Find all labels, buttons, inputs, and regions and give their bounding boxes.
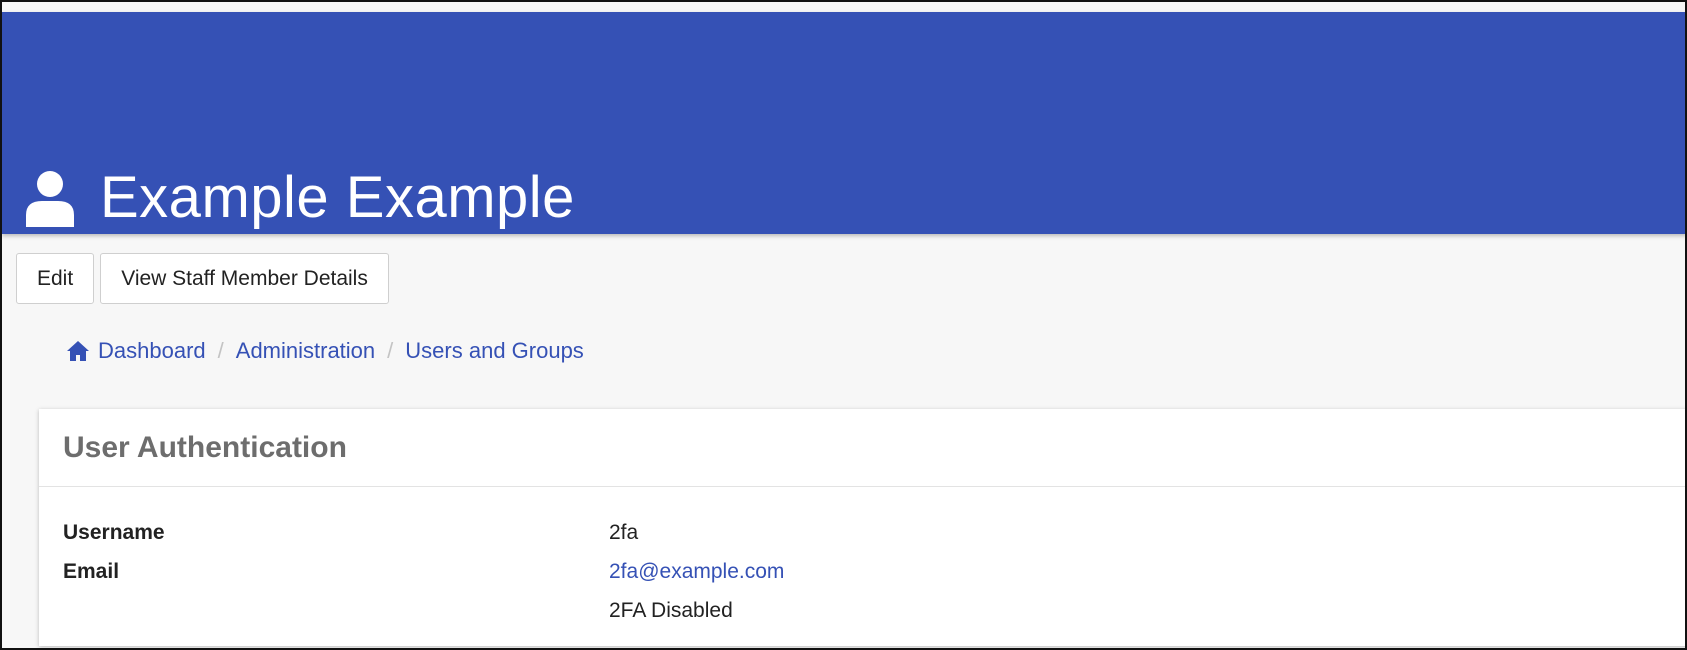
breadcrumb-item-users-and-groups[interactable]: Users and Groups <box>405 338 584 364</box>
page-header: Example Example <box>2 12 1685 234</box>
email-value: 2fa@example.com <box>609 560 784 584</box>
2fa-status-value: 2FA Disabled <box>609 598 733 622</box>
card-title: User Authentication <box>63 430 347 464</box>
breadcrumb-separator: / <box>217 338 224 363</box>
detail-row-username: Username 2fa <box>63 513 784 552</box>
breadcrumb: Dashboard / Administration / Users and G… <box>66 338 584 364</box>
user-authentication-card: User Authentication Username 2fa Email 2… <box>39 409 1685 646</box>
username-value: 2fa <box>609 520 639 544</box>
username-label: Username <box>63 520 165 544</box>
edit-button[interactable]: Edit <box>16 253 95 304</box>
detail-row-email: Email 2fa@example.com <box>63 552 784 591</box>
breadcrumb-item-dashboard[interactable]: Dashboard <box>66 338 206 364</box>
breadcrumb-label: Dashboard <box>98 338 206 363</box>
page-title-group: Example Example <box>24 130 575 266</box>
detail-row-2fa-status: 2FA Disabled <box>63 591 784 630</box>
breadcrumb-item-administration[interactable]: Administration <box>236 338 375 364</box>
toolbar: Edit View Staff Member Details <box>16 253 389 304</box>
details-list: Username 2fa Email 2fa@example.com 2FA D… <box>63 513 784 630</box>
page-title: Example Example <box>100 164 575 230</box>
home-icon <box>67 341 89 361</box>
breadcrumb-separator: / <box>387 338 394 363</box>
user-icon <box>26 170 74 227</box>
card-header: User Authentication <box>39 409 1685 487</box>
app-window: Example Example Edit View Staff Member D… <box>0 0 1687 650</box>
email-label: Email <box>63 559 120 583</box>
email-link[interactable]: 2fa@example.com <box>609 560 784 583</box>
view-staff-member-details-button[interactable]: View Staff Member Details <box>100 253 389 304</box>
